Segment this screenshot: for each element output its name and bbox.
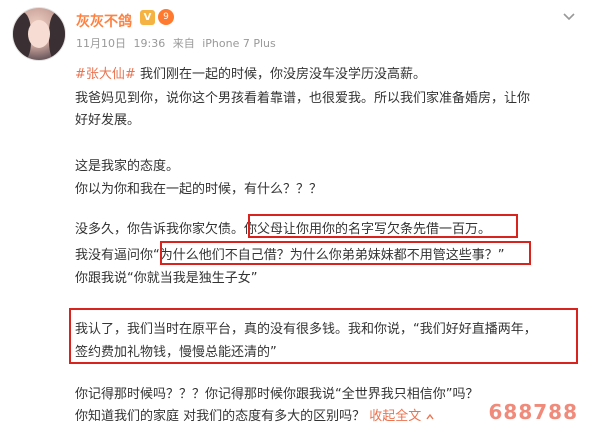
vip-badge: V — [140, 10, 155, 25]
source-prefix: 来自 — [172, 37, 195, 50]
chevron-down-icon[interactable] — [560, 8, 578, 26]
post-meta: 11月10日 19:36 来自 iPhone 7 Plus — [76, 35, 280, 51]
post-text: 没多久，你告诉我你家欠债。 — [75, 222, 245, 237]
post-line: #张大仙# 我们刚在一起的时候，你没房没车没学历没高薪。 — [75, 63, 426, 82]
avatar[interactable] — [12, 7, 66, 61]
collapse-full-text-link[interactable]: 收起全文 — [369, 409, 421, 424]
post-line: 好好发展。 — [75, 113, 141, 128]
post-date: 11月10日 — [76, 37, 126, 50]
post-line: 这是我家的态度。 — [75, 159, 180, 174]
highlight-box — [160, 241, 531, 265]
hashtag-link[interactable]: #张大仙# — [75, 67, 136, 82]
source-device[interactable]: iPhone 7 Plus — [202, 37, 276, 50]
post-line: 你知道我们的家庭 对我们的态度有多大的区别吗？ 收起全文 — [75, 405, 435, 424]
username[interactable]: 灰灰不鸽 — [76, 11, 132, 31]
chevron-up-icon[interactable] — [425, 412, 435, 422]
watermark: 688788 — [488, 400, 578, 424]
level-badge: 9 — [158, 9, 174, 25]
highlight-box — [69, 308, 578, 364]
post-text: 我们刚在一起的时候，你没房没车没学历没高薪。 — [139, 67, 426, 82]
post-text: 你知道我们的家庭 对我们的态度有多大的区别吗？ — [75, 409, 366, 424]
post-line: 你记得那时候吗？？？你记得那时候你跟我说“全世界我只相信你”吗？ — [75, 387, 479, 402]
post-line: 你跟我说“你就当我是独生子女” — [75, 271, 258, 286]
post-time: 19:36 — [133, 37, 166, 50]
post-text: 我没有逼问你 — [75, 248, 154, 263]
post-line: 你以为你和我在一起的时候，有什么？？？ — [75, 182, 323, 197]
post-line: 我爸妈见到你，说你这个男孩看着靠谱，也很爱我。所以我们家准备婚房，让你 — [75, 91, 531, 106]
highlight-box — [248, 214, 518, 238]
